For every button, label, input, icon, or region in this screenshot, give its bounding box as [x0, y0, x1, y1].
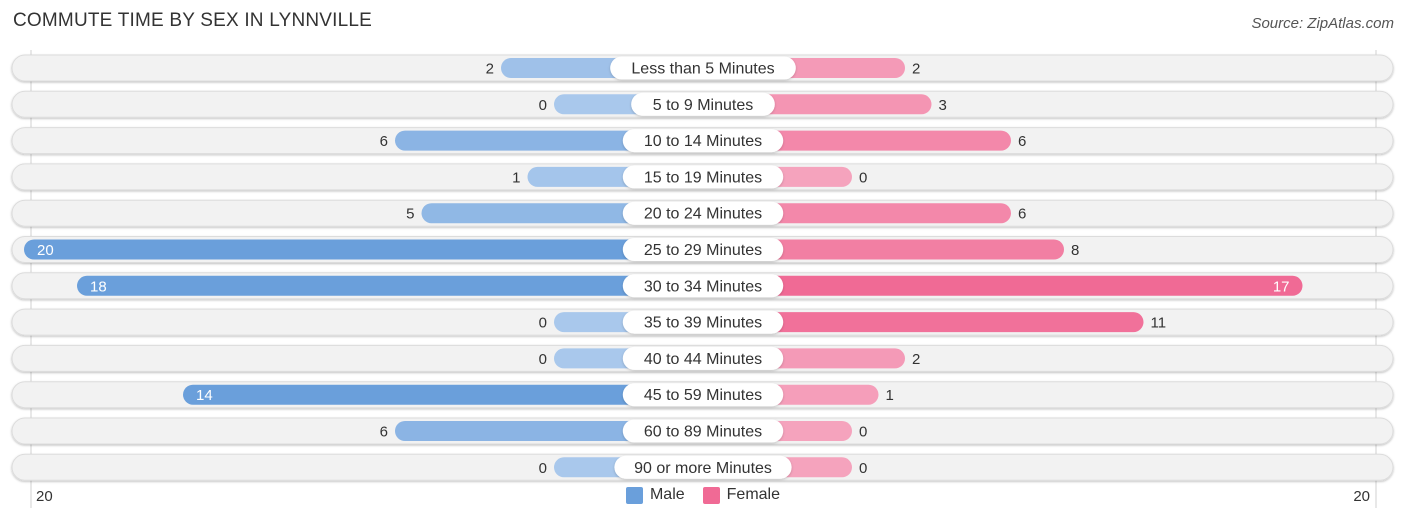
chart-row[interactable]: 5 to 9 Minutes 0 3 — [11, 90, 1394, 118]
chart-canvas: Less than 5 Minutes 2 2 5 to 9 Minutes 0 3 10 … — [11, 50, 1394, 508]
female-value-label: 3 — [939, 97, 947, 114]
legend-swatch-female — [702, 486, 720, 504]
male-bar[interactable] — [77, 275, 703, 296]
legend-label-male: Male — [649, 486, 685, 503]
chart-row[interactable]: 35 to 39 Minutes 0 11 — [11, 308, 1394, 336]
category-label: 30 to 34 Minutes — [644, 278, 762, 295]
female-value-label: 6 — [1018, 133, 1026, 150]
legend-item-male[interactable]: Male — [625, 486, 685, 504]
chart-row[interactable]: 15 to 19 Minutes 1 0 — [11, 163, 1394, 191]
category-label: 15 to 19 Minutes — [644, 169, 762, 186]
female-value-label: 1 — [886, 387, 894, 404]
female-value-label: 0 — [859, 424, 867, 441]
legend-item-female[interactable]: Female — [702, 486, 781, 504]
chart-row[interactable]: 10 to 14 Minutes 6 6 — [11, 127, 1394, 155]
female-value-label: 2 — [912, 61, 920, 78]
category-label: Less than 5 Minutes — [631, 61, 774, 78]
male-value-label: 2 — [486, 61, 494, 78]
male-value-label: 18 — [90, 278, 107, 295]
category-label: 20 to 24 Minutes — [644, 206, 762, 223]
chart-row[interactable]: 90 or more Minutes 0 0 — [11, 453, 1394, 481]
chart-row[interactable]: Less than 5 Minutes 2 2 — [11, 54, 1394, 82]
female-value-label: 6 — [1018, 206, 1026, 223]
male-value-label: 0 — [539, 460, 547, 477]
category-label: 90 or more Minutes — [634, 460, 772, 477]
male-bar[interactable] — [24, 239, 703, 260]
category-label: 40 to 44 Minutes — [644, 351, 762, 368]
female-value-label: 2 — [912, 351, 920, 368]
female-value-label: 0 — [859, 460, 867, 477]
category-label: 5 to 9 Minutes — [653, 97, 754, 114]
female-value-label: 8 — [1071, 242, 1079, 259]
chart-row[interactable]: 60 to 89 Minutes 6 0 — [11, 417, 1394, 445]
chart-row[interactable]: 20 to 24 Minutes 5 6 — [11, 199, 1394, 227]
category-label: 45 to 59 Minutes — [644, 387, 762, 404]
male-value-label: 1 — [512, 169, 520, 186]
chart-row[interactable]: 30 to 34 Minutes 18 17 — [11, 272, 1394, 300]
male-value-label: 0 — [539, 315, 547, 332]
chart-row[interactable]: 40 to 44 Minutes 0 2 — [11, 344, 1394, 372]
male-value-label: 5 — [406, 206, 414, 223]
legend: Male Female — [0, 486, 1406, 504]
male-value-label: 0 — [539, 97, 547, 114]
female-value-label: 17 — [1273, 278, 1290, 295]
category-label: 25 to 29 Minutes — [644, 242, 762, 259]
male-value-label: 6 — [380, 424, 388, 441]
legend-label-female: Female — [726, 486, 781, 503]
chart-row[interactable]: 45 to 59 Minutes 14 1 — [11, 381, 1394, 409]
category-label: 35 to 39 Minutes — [644, 315, 762, 332]
male-value-label: 20 — [37, 242, 54, 259]
category-label: 10 to 14 Minutes — [644, 133, 762, 150]
male-value-label: 0 — [539, 351, 547, 368]
female-value-label: 0 — [859, 169, 867, 186]
chart-row[interactable]: 25 to 29 Minutes 20 8 — [11, 236, 1394, 263]
male-value-label: 14 — [196, 387, 213, 404]
legend-swatch-male — [625, 486, 643, 504]
category-label: 60 to 89 Minutes — [644, 424, 762, 441]
male-value-label: 6 — [380, 133, 388, 150]
female-value-label: 11 — [1151, 315, 1167, 332]
female-bar[interactable] — [703, 275, 1303, 296]
